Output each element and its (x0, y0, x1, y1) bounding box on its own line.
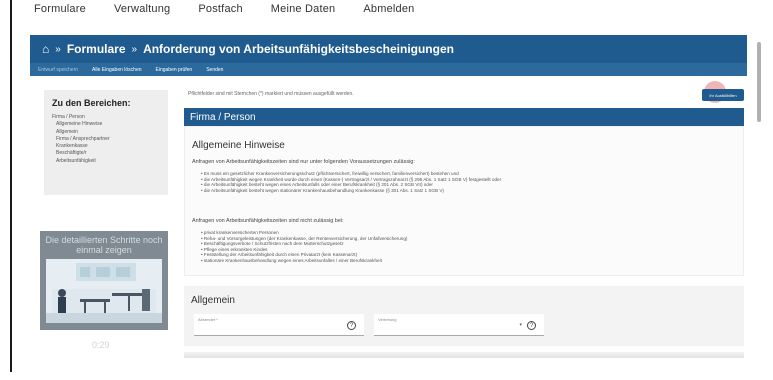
send-button[interactable]: Senden (206, 67, 223, 73)
general-heading: Allgemein (191, 295, 235, 306)
help-button[interactable]: Ihr Ausfüllhilfen (702, 89, 744, 101)
topnav-postfach[interactable]: Postfach (198, 3, 242, 15)
section-header: Firma / Person (184, 108, 744, 126)
topnav-abmelden[interactable]: Abmelden (363, 3, 414, 15)
scrollbar[interactable] (757, 42, 761, 122)
topnav-meine-daten[interactable]: Meine Daten (271, 3, 336, 15)
hints-intro: Anfragen von Arbeitsunfähigkeitszeiten s… (192, 159, 415, 165)
clear-inputs-button[interactable]: Alle Eingaben löschen (92, 67, 141, 73)
general-section: Allgemein Absender * ? Vertretung ▾ ? (184, 286, 744, 346)
topnav-formulare[interactable]: Formulare (34, 3, 86, 15)
help-icon[interactable]: ? (347, 321, 356, 330)
browser-frame: Formulare Verwaltung Postfach Meine Date… (10, 0, 763, 372)
check-inputs-button[interactable]: Eingaben prüfen (156, 67, 193, 73)
required-note: Pflichtfelder sind mit Sternchen (*) mar… (188, 91, 354, 97)
topnav-verwaltung[interactable]: Verwaltung (114, 3, 170, 15)
list-item: • die Arbeitsunfähigkeit besteht wegen s… (201, 187, 444, 193)
hints-intro-not-allowed: Anfragen von Arbeitsunfähigkeitszeiten s… (192, 218, 344, 224)
section-nav-item[interactable]: Firma / Person (52, 114, 160, 121)
chevron-down-icon[interactable]: ▾ (519, 322, 522, 328)
not-allowed-list: • privat krankenversicherten Personen • … (201, 230, 407, 264)
help-icon[interactable]: ? (527, 321, 536, 330)
breadcrumb-current: Anforderung von Arbeitsunfähigkeitsbesch… (143, 42, 454, 56)
video-overlay[interactable]: Die detaillierten Schritte noch einmal z… (40, 231, 168, 330)
video-caption: Die detaillierten Schritte noch einmal z… (45, 235, 163, 255)
section-nav-title: Zu den Bereichen: (52, 98, 131, 108)
breadcrumb-formulare[interactable]: Formulare (67, 42, 126, 56)
hints-panel: Allgemeine Hinweise Anfragen von Arbeits… (184, 126, 744, 276)
representation-field[interactable]: Vertretung ▾ ? (374, 314, 544, 336)
top-navigation: Formulare Verwaltung Postfach Meine Date… (12, 0, 415, 18)
hints-heading: Allgemeine Hinweise (192, 140, 285, 151)
representation-field-label: Vertretung (378, 317, 397, 322)
section-nav-item[interactable]: Krankenkasse (52, 143, 160, 150)
section-navigation: Zu den Bereichen: Firma / Person Allgeme… (44, 90, 168, 195)
video-time: 0:29 (92, 340, 110, 350)
section-nav-item[interactable]: Allgemeine Hinweise (52, 121, 160, 128)
list-item: • stationäre Krankenhausbehandlung wegen… (201, 257, 382, 263)
section-nav-item[interactable]: Allgemein (52, 129, 160, 136)
allowed-list: • Es muss ein gesetzlicher Krankenversic… (201, 171, 501, 193)
breadcrumb: ⌂ » Formulare » Anforderung von Arbeitsu… (30, 35, 747, 63)
home-icon[interactable]: ⌂ (42, 42, 49, 56)
section-nav-item[interactable]: Arbeitsunfähigkeit (52, 158, 160, 165)
chevron-icon: » (55, 43, 61, 55)
content-edge (184, 352, 744, 358)
chevron-icon: » (131, 43, 138, 55)
save-draft-button[interactable]: Entwurf speichern (38, 67, 78, 73)
form-toolbar: Entwurf speichern Alle Eingaben löschen … (30, 63, 747, 76)
office-illustration-icon (46, 259, 162, 323)
sender-field-label: Absender * (198, 317, 218, 322)
section-nav-item[interactable]: Beschäftigte/r (52, 150, 160, 157)
sender-field[interactable]: Absender * ? (194, 314, 364, 336)
section-nav-item[interactable]: Firma / Ansprechpartner (52, 136, 160, 143)
video-thumbnail (46, 259, 162, 323)
